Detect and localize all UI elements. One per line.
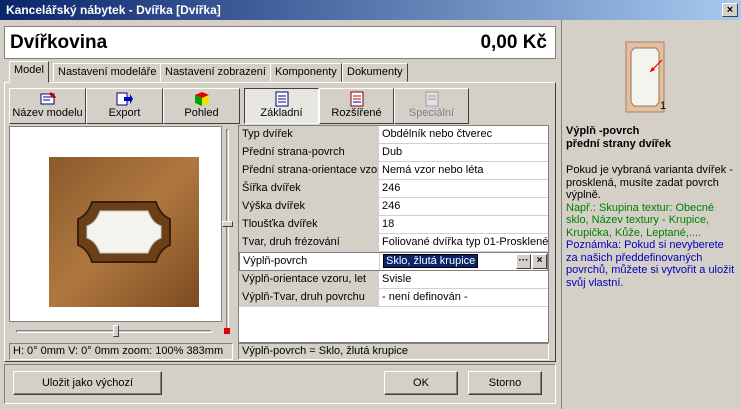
view-label: Pohled [184, 107, 219, 119]
basic-label: Základní [260, 107, 303, 119]
edit-name-icon [40, 92, 56, 105]
close-button[interactable]: × [722, 3, 738, 17]
tab-documents[interactable]: Dokumenty [342, 63, 408, 82]
advanced-label: Rozšířené [331, 107, 382, 119]
title-bar: Kancelářský nábytek - Dvířka [Dvířka] [0, 0, 741, 20]
tab-model[interactable]: Model [9, 61, 49, 83]
help-example: Např.: Skupina textur: Obecné sklo, Náze… [566, 201, 714, 239]
property-row[interactable]: Typ dvířek Obdélník nebo čtverec [239, 126, 548, 144]
property-row[interactable]: Šířka dvířek 246 [239, 180, 548, 198]
price: 0,00 Kč [480, 32, 547, 53]
view-button[interactable]: Pohled [163, 88, 240, 124]
fill-surface-value[interactable]: Sklo, žlutá krupice [383, 254, 479, 268]
name-model-button[interactable]: Název modelu [9, 88, 86, 124]
help-text: Pokud je vybraná varianta dvířek - prosk… [566, 164, 738, 289]
browse-button[interactable]: ··· [516, 254, 531, 269]
special-button[interactable]: Speciální [394, 88, 469, 124]
save-default-button[interactable]: Uložit jako výchozí [13, 371, 162, 395]
basic-button[interactable]: Základní [244, 88, 319, 124]
property-grid: Typ dvířek Obdélník nebo čtverec Přední s… [238, 125, 549, 343]
tab-display-settings[interactable]: Nastavení zobrazení [160, 63, 271, 82]
property-row[interactable]: Výška dvířek 246 [239, 198, 548, 216]
property-row[interactable]: Přední strana-povrch Dub [239, 144, 548, 162]
property-row[interactable]: Výplň-Tvar, druh povrchu - není definován… [239, 289, 548, 307]
property-row[interactable]: Tloušťka dvířek 18 [239, 216, 548, 234]
tab-components[interactable]: Komponenty [270, 63, 342, 82]
window-title: Kancelářský nábytek - Dvířka [Dvířka] [6, 3, 221, 17]
property-row[interactable]: Výplň-orientace vzoru, let Svisle [239, 271, 548, 289]
export-icon [116, 92, 133, 106]
selection-status: Výplň-povrch = Sklo, žlutá krupice [238, 343, 549, 360]
export-button[interactable]: Export [86, 88, 163, 124]
coords-status: H: 0° 0mm V: 0° 0mm zoom: 100% 383mm [9, 343, 233, 360]
help-body: Pokud je vybraná varianta dvířek - prosk… [566, 164, 733, 201]
advanced-button[interactable]: Rozšířené [319, 88, 394, 124]
tab-modeler-settings[interactable]: Nastavení modeláře [53, 63, 162, 82]
property-row[interactable]: Tvar, druh frézování Foliované dvířka typ… [239, 234, 548, 252]
vertical-slider-thumb[interactable] [222, 221, 233, 227]
cancel-button[interactable]: Storno [468, 371, 542, 395]
zoom-slider-thumb[interactable] [113, 325, 119, 337]
special-properties-icon [425, 91, 438, 107]
clear-button[interactable]: × [532, 254, 547, 269]
thumbnail-number: 1 [660, 100, 667, 112]
property-row[interactable]: Přední strana-orientace vzoru Nemá vzor n… [239, 162, 548, 180]
model-name: Dvířkovina [10, 32, 108, 53]
reset-zoom-icon[interactable] [224, 328, 230, 334]
cube-view-icon [194, 92, 209, 106]
property-row-selected[interactable]: Výplň-povrch Sklo, žlutá krupice ··· × [239, 252, 548, 271]
ok-button[interactable]: OK [384, 371, 458, 395]
help-title: Výplň -povrch přední strany dvířek [566, 125, 672, 150]
door-preview[interactable] [9, 126, 222, 322]
export-label: Export [108, 107, 141, 119]
preview-vertical-scrollbar[interactable] [222, 126, 233, 342]
help-note: Poznámka: Pokud si nevyberete za našich … [566, 239, 735, 289]
door-image [49, 157, 199, 307]
advanced-properties-icon [350, 91, 363, 107]
basic-properties-icon [275, 91, 288, 107]
name-model-label: Název modelu [12, 107, 83, 119]
special-label: Speciální [408, 107, 455, 119]
